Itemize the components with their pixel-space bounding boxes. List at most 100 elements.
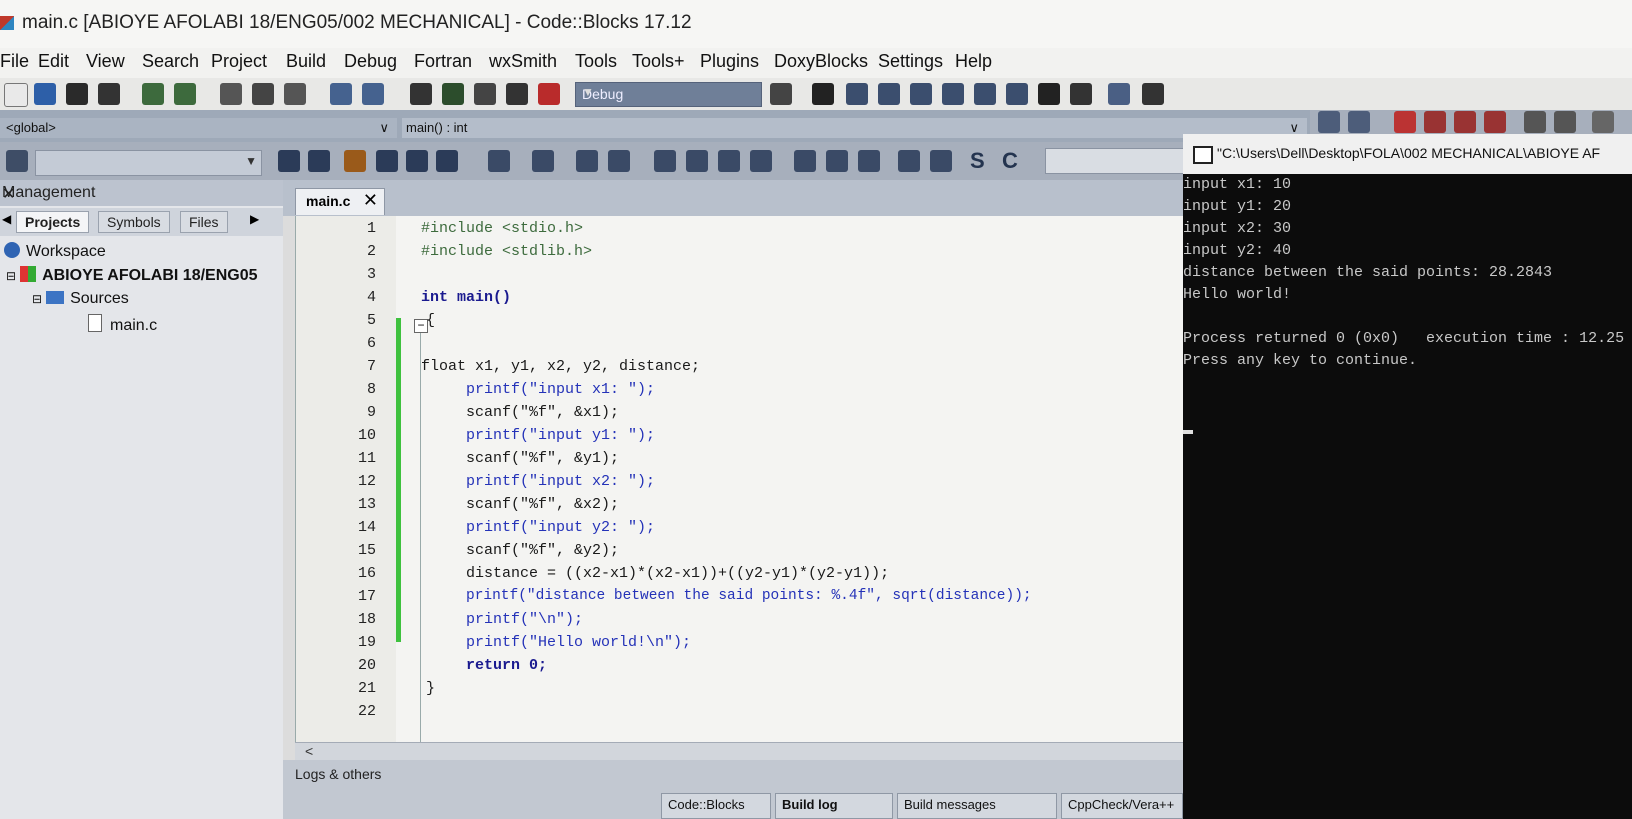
block-comment-icon[interactable] <box>1592 111 1614 133</box>
replace-icon[interactable] <box>362 83 384 105</box>
menu-debug[interactable]: Debug <box>344 51 397 72</box>
text-icon[interactable] <box>608 150 630 172</box>
tab-symbols[interactable]: Symbols <box>98 211 170 233</box>
toolbar-search-input[interactable] <box>1045 148 1187 174</box>
menu-build[interactable]: Build <box>286 51 326 72</box>
collapse-icon[interactable]: ⊟ <box>6 269 16 283</box>
search-combo[interactable]: ▼ <box>35 150 262 176</box>
rebuild-icon[interactable] <box>506 83 528 105</box>
tab-build-messages[interactable]: Build messages <box>897 793 1057 819</box>
tab-build-log[interactable]: Build log <box>775 793 893 819</box>
cut-icon[interactable] <box>220 83 242 105</box>
arrow-left-icon[interactable] <box>278 150 300 172</box>
tab-scroll-left-icon[interactable]: ◀ <box>2 212 11 226</box>
show-select-target-icon[interactable] <box>770 83 792 105</box>
scope-select[interactable]: <global> ∨ <box>0 118 397 138</box>
collapse-icon[interactable]: ⊟ <box>32 292 42 306</box>
menu-tools-plus[interactable]: Tools+ <box>632 51 685 72</box>
tree-item-mainc[interactable]: main.c <box>88 314 157 335</box>
menu-search[interactable]: Search <box>142 51 199 72</box>
redo-icon[interactable] <box>174 83 196 105</box>
widget5-icon[interactable] <box>794 150 816 172</box>
horizontal-scrollbar[interactable]: < <box>295 742 1183 761</box>
panel-icon[interactable] <box>532 150 554 172</box>
paste-icon[interactable] <box>284 83 306 105</box>
widget1-icon[interactable] <box>654 150 676 172</box>
match-case-icon[interactable] <box>406 150 428 172</box>
close-icon[interactable]: ✕ <box>363 190 378 211</box>
tab-projects[interactable]: Projects <box>16 211 90 233</box>
menu-view[interactable]: View <box>86 51 125 72</box>
debug-continue-icon[interactable] <box>812 83 834 105</box>
widget4-icon[interactable] <box>750 150 772 172</box>
menu-tools[interactable]: Tools <box>575 51 617 72</box>
next-line-icon[interactable] <box>878 83 900 105</box>
tab-cppcheck[interactable]: CppCheck/Vera++ <box>1061 793 1183 819</box>
menu-wxsmith[interactable]: wxSmith <box>489 51 557 72</box>
widget3-icon[interactable] <box>718 150 740 172</box>
step-into-instruction-icon[interactable] <box>1006 83 1028 105</box>
debug-windows-icon[interactable] <box>1108 83 1130 105</box>
next-bookmark-icon[interactable] <box>1454 111 1476 133</box>
save-all-icon[interactable] <box>98 83 120 105</box>
widget6-icon[interactable] <box>826 150 848 172</box>
console-window[interactable]: "C:\Users\Dell\Desktop\FOLA\002 MECHANIC… <box>1183 134 1632 819</box>
next-instruction-icon[interactable] <box>974 83 996 105</box>
close-icon[interactable]: ✕ <box>2 184 273 204</box>
menu-settings[interactable]: Settings <box>878 51 943 72</box>
open-icon[interactable] <box>34 83 56 105</box>
menu-file[interactable]: File <box>0 51 29 72</box>
save-icon[interactable] <box>66 83 88 105</box>
tree-item-project[interactable]: ⊟ ABIOYE AFOLABI 18/ENG05 <box>6 266 258 285</box>
prev-bookmark-icon[interactable] <box>1424 111 1446 133</box>
tree-item-sources[interactable]: ⊟ Sources <box>32 290 129 308</box>
tab-files[interactable]: Files <box>180 211 228 233</box>
stop-debugger-icon[interactable] <box>1070 83 1092 105</box>
build-and-run-icon[interactable] <box>474 83 496 105</box>
regex-icon[interactable] <box>436 150 458 172</box>
tab-scroll-right-icon[interactable]: ▶ <box>250 212 259 226</box>
find-next-icon[interactable] <box>376 150 398 172</box>
undo-icon[interactable] <box>142 83 164 105</box>
build-gear-icon[interactable] <box>410 83 432 105</box>
menu-project[interactable]: Project <box>211 51 267 72</box>
image-icon[interactable] <box>576 150 598 172</box>
function-select[interactable]: main() : int ∨ <box>402 118 1307 138</box>
highlight-icon[interactable] <box>344 150 366 172</box>
tab-codeblocks-log[interactable]: Code::Blocks <box>661 793 771 819</box>
s-glyph-icon[interactable]: S <box>970 148 985 174</box>
zoom-in-icon[interactable] <box>898 150 920 172</box>
pointer-icon[interactable] <box>488 150 510 172</box>
copy-icon[interactable] <box>252 83 274 105</box>
menu-doxyblocks[interactable]: DoxyBlocks <box>774 51 868 72</box>
menu-plugins[interactable]: Plugins <box>700 51 759 72</box>
doxy-extract-icon[interactable] <box>1554 111 1576 133</box>
build-target-select[interactable]: Debug ▼ <box>575 82 762 107</box>
tree-item-workspace[interactable]: Workspace <box>4 242 106 261</box>
menu-help[interactable]: Help <box>955 51 992 72</box>
widget7-icon[interactable] <box>858 150 880 172</box>
abort-icon[interactable] <box>538 83 560 105</box>
find-icon[interactable] <box>330 83 352 105</box>
run-icon[interactable] <box>442 83 464 105</box>
pause-icon[interactable] <box>1038 83 1060 105</box>
jump-back-icon[interactable] <box>1318 111 1340 133</box>
menu-edit[interactable]: Edit <box>38 51 69 72</box>
widget2-icon[interactable] <box>686 150 708 172</box>
clear-bookmarks-icon[interactable] <box>1484 111 1506 133</box>
jump-forward-icon[interactable] <box>1348 111 1370 133</box>
doxy-wizard-icon[interactable] <box>1524 111 1546 133</box>
various-info-icon[interactable] <box>1142 83 1164 105</box>
step-into-icon[interactable] <box>910 83 932 105</box>
menu-fortran[interactable]: Fortran <box>414 51 472 72</box>
tab-main-c[interactable]: main.c ✕ <box>295 188 385 215</box>
code-editor[interactable]: − 1 2 3 4 5 6 7 8 9 10 11 12 13 14 15 16… <box>295 216 1184 746</box>
zoom-out-icon[interactable] <box>930 150 952 172</box>
tag-icon[interactable] <box>6 150 28 172</box>
step-out-icon[interactable] <box>942 83 964 105</box>
arrow-right-icon[interactable] <box>308 150 330 172</box>
c-glyph-icon[interactable]: C <box>1002 148 1018 174</box>
scroll-left-icon[interactable]: < <box>305 743 313 759</box>
run-to-cursor-icon[interactable] <box>846 83 868 105</box>
toggle-bookmark-icon[interactable] <box>1394 111 1416 133</box>
